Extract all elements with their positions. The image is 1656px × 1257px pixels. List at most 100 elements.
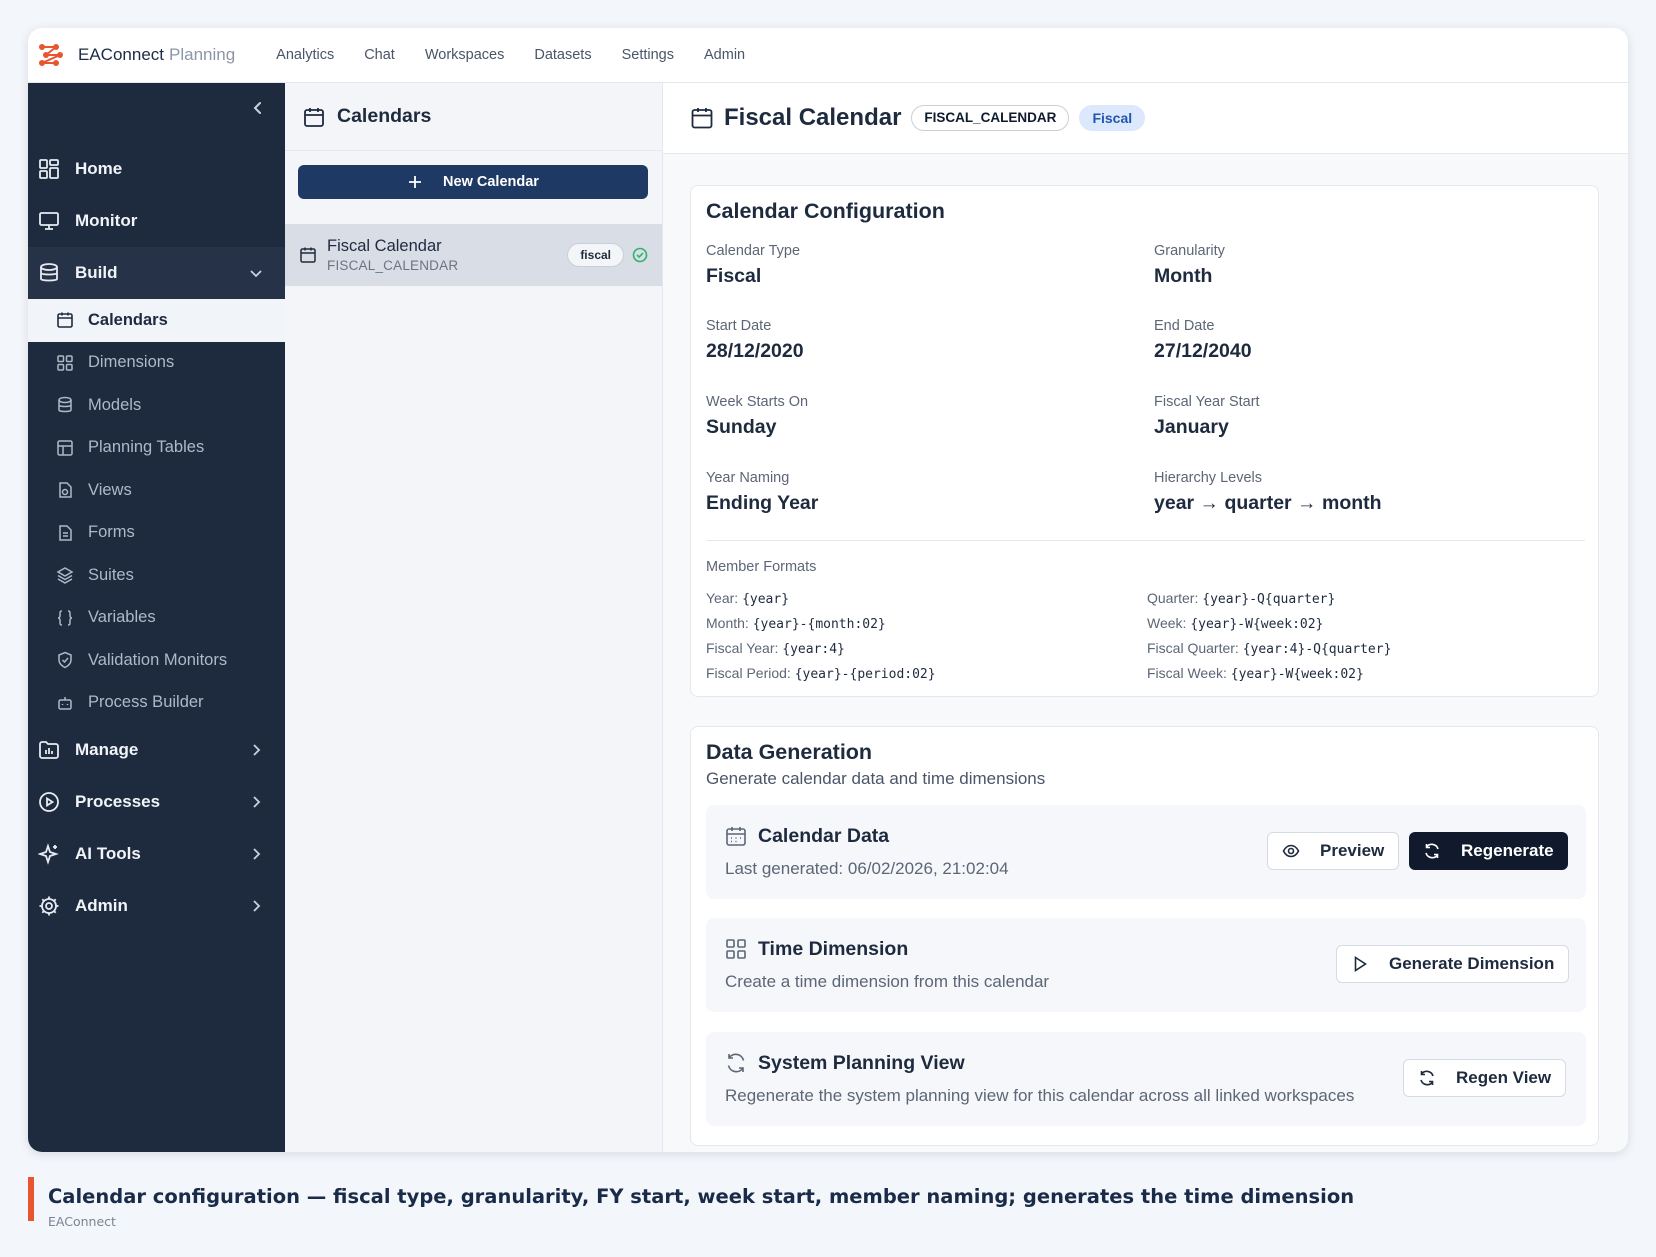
sidebar: Home Monitor Build Calendars Dimensions: [28, 83, 285, 1152]
new-calendar-button[interactable]: New Calendar: [298, 165, 648, 199]
calendar-list-title: Calendars: [337, 105, 432, 127]
sidebar-item-admin[interactable]: Admin: [28, 880, 285, 932]
braces-icon: [57, 610, 73, 626]
sidebar-item-label: Process Builder: [88, 693, 204, 712]
sidebar-item-label: Home: [75, 159, 123, 178]
field-label: Fiscal Year Start: [1154, 394, 1260, 410]
format-value: {year}-W{week:02}: [1230, 667, 1364, 682]
topnav-settings[interactable]: Settings: [622, 47, 674, 63]
field-end-date: End Date 27/12/2040: [1154, 318, 1252, 363]
config-title: Calendar Configuration: [706, 199, 945, 223]
time-dimension-section: Time Dimension Create a time dimension f…: [706, 918, 1586, 1012]
calendar-icon: [304, 107, 324, 127]
list-item[interactable]: Fiscal Calendar FISCAL_CALENDAR fiscal: [285, 224, 662, 286]
refresh-icon: [727, 1053, 745, 1073]
topnav-workspaces[interactable]: Workspaces: [425, 47, 505, 63]
sidebar-item-dimensions[interactable]: Dimensions: [28, 342, 285, 385]
format-label: Fiscal Period:: [706, 665, 791, 681]
field-value: Fiscal: [706, 265, 762, 287]
chevron-right-icon: [253, 744, 261, 756]
topnav-analytics[interactable]: Analytics: [276, 47, 334, 63]
field-value: Sunday: [706, 416, 777, 438]
top-bar: EAConnect Planning Analytics Chat Workspa…: [28, 28, 1628, 83]
format-week: Week: {year}-W{week:02}: [1147, 615, 1323, 632]
preview-button[interactable]: Preview: [1267, 832, 1400, 870]
field-label: Start Date: [706, 318, 772, 334]
sidebar-item-forms[interactable]: Forms: [28, 512, 285, 555]
sidebar-item-suites[interactable]: Suites: [28, 554, 285, 597]
calendar-code: FISCAL_CALENDAR: [327, 258, 459, 273]
caption-source: EAConnect: [48, 1214, 116, 1229]
eye-icon: [1282, 844, 1300, 858]
sidebar-item-label: Views: [88, 480, 132, 499]
calendar-code-tag: FISCAL_CALENDAR: [911, 105, 1070, 131]
sidebar-item-ai-tools[interactable]: AI Tools: [28, 828, 285, 880]
sidebar-item-label: Dimensions: [88, 353, 175, 372]
refresh-icon: [1420, 1070, 1434, 1086]
brand-name: EAConnect Planning: [78, 45, 235, 65]
format-fiscal-period: Fiscal Period: {year}-{period:02}: [706, 665, 936, 682]
sidebar-item-validation-monitors[interactable]: Validation Monitors: [28, 639, 285, 682]
sidebar-item-label: Forms: [88, 523, 135, 542]
format-label: Week:: [1147, 615, 1187, 631]
sidebar-item-models[interactable]: Models: [28, 384, 285, 427]
sidebar-item-process-builder[interactable]: Process Builder: [28, 682, 285, 725]
sidebar-item-label: Admin: [75, 896, 128, 915]
sidebar-item-calendars[interactable]: Calendars: [28, 299, 285, 342]
field-value: Month: [1154, 265, 1213, 287]
sidebar-item-manage[interactable]: Manage: [28, 724, 285, 776]
format-value: {year}-W{week:02}: [1190, 617, 1324, 632]
sidebar-item-build[interactable]: Build: [28, 247, 285, 299]
topnav-chat[interactable]: Chat: [364, 47, 395, 63]
format-label: Fiscal Year:: [706, 640, 779, 656]
data-generation-card: Data Generation Generate calendar data a…: [690, 726, 1599, 1146]
field-granularity: Granularity Month: [1154, 243, 1225, 288]
format-value: {year}: [742, 592, 790, 607]
calendar-type-tag: Fiscal: [1079, 105, 1146, 131]
generation-subtitle: Generate calendar data and time dimensio…: [706, 769, 1046, 788]
field-value: 27/12/2040: [1154, 340, 1252, 362]
monitor-icon: [39, 212, 59, 230]
sidebar-item-home[interactable]: Home: [28, 143, 285, 195]
new-calendar-label: New Calendar: [443, 174, 539, 190]
format-fiscal-week: Fiscal Week: {year}-W{week:02}: [1147, 665, 1364, 682]
calendar-icon: [300, 247, 316, 263]
generate-dimension-button[interactable]: Generate Dimension: [1336, 945, 1570, 983]
page-title: Fiscal Calendar: [724, 104, 902, 131]
brand-secondary: Planning: [169, 45, 236, 64]
sidebar-item-label: Validation Monitors: [88, 650, 228, 669]
topnav-admin[interactable]: Admin: [704, 47, 745, 63]
logo[interactable]: EAConnect Planning: [36, 40, 235, 70]
format-value: {year}-{period:02}: [794, 667, 936, 682]
topnav-datasets[interactable]: Datasets: [534, 47, 591, 63]
grid-icon: [57, 355, 73, 371]
chevron-right-icon: [253, 848, 261, 860]
regen-view-label: Regen View: [1456, 1068, 1552, 1087]
sidebar-item-monitor[interactable]: Monitor: [28, 195, 285, 247]
format-label: Fiscal Quarter:: [1147, 640, 1239, 656]
detail-header: Fiscal Calendar FISCAL_CALENDAR Fiscal: [663, 83, 1628, 154]
field-label: Calendar Type: [706, 243, 801, 259]
sidebar-item-processes[interactable]: Processes: [28, 776, 285, 828]
format-label: Month:: [706, 615, 749, 631]
field-hierarchy-levels: Hierarchy Levels year → quarter → month: [1154, 470, 1382, 515]
sidebar-item-planning-tables[interactable]: Planning Tables: [28, 427, 285, 470]
format-value: {year}-{month:02}: [752, 617, 886, 632]
planning-view-section: System Planning View Regenerate the syst…: [706, 1032, 1586, 1126]
regen-view-button[interactable]: Regen View: [1403, 1059, 1567, 1097]
sidebar-item-label: AI Tools: [75, 844, 141, 863]
sidebar-item-views[interactable]: Views: [28, 469, 285, 512]
sidebar-item-label: Models: [88, 395, 142, 414]
format-fiscal-quarter: Fiscal Quarter: {year:4}-Q{quarter}: [1147, 640, 1391, 657]
format-quarter: Quarter: {year}-Q{quarter}: [1147, 590, 1335, 607]
caption-text: Calendar configuration — fiscal type, gr…: [48, 1185, 1355, 1208]
sidebar-item-label: Build: [75, 263, 118, 282]
collapse-sidebar-icon[interactable]: [249, 99, 267, 117]
regenerate-button[interactable]: Regenerate: [1409, 832, 1568, 870]
member-formats-title: Member Formats: [706, 559, 817, 575]
sidebar-item-variables[interactable]: Variables: [28, 597, 285, 640]
format-month: Month: {year}-{month:02}: [706, 615, 886, 632]
chevron-right-icon: [253, 900, 261, 912]
table-icon: [57, 440, 73, 456]
database-icon: [40, 263, 58, 282]
